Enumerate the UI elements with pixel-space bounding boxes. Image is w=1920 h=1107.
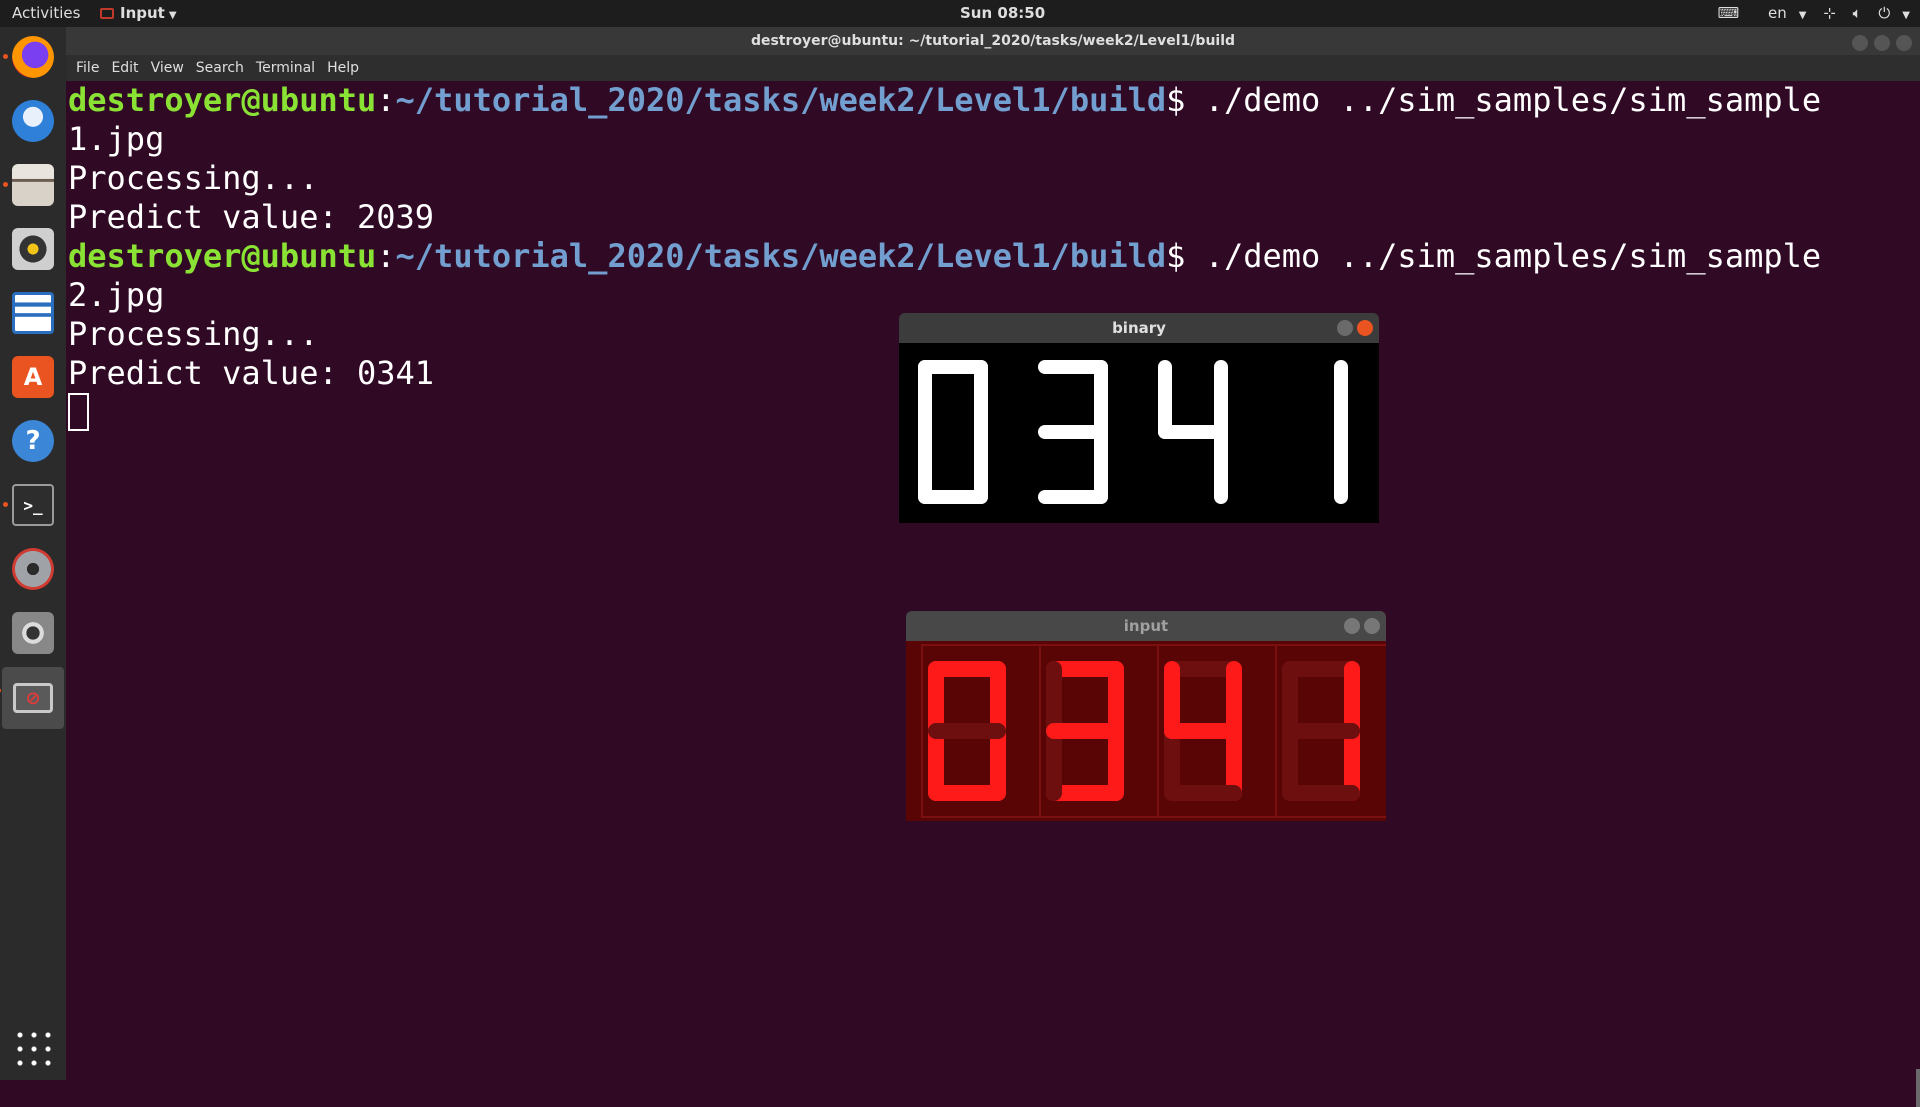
input-title: input	[1123, 617, 1169, 635]
clock[interactable]: Sun 08:50	[960, 0, 1045, 27]
close-icon[interactable]	[1364, 618, 1380, 634]
dock-firefox[interactable]	[3, 33, 57, 81]
output-line: Processing...	[68, 159, 319, 197]
dock-screenshot[interactable]	[9, 609, 57, 657]
minimize-icon[interactable]	[1344, 618, 1360, 634]
dock-opencv-window[interactable]: ⊘	[0, 667, 64, 729]
menu-edit[interactable]: Edit	[109, 55, 140, 81]
show-applications-icon	[13, 1028, 53, 1068]
ubuntu-software-icon: A	[12, 356, 54, 398]
power-icon[interactable]: ⏻ ▼	[1878, 0, 1910, 29]
chevron-down-icon: ▼	[1902, 10, 1910, 21]
menu-terminal[interactable]: Terminal	[254, 55, 317, 81]
prompt-user: destroyer@ubuntu	[68, 237, 377, 275]
chevron-down-icon: ▼	[168, 10, 177, 21]
dock-rhythmbox[interactable]	[9, 225, 57, 273]
prompt-user: destroyer@ubuntu	[68, 81, 377, 119]
terminal-window[interactable]: destroyer@ubuntu: ~/tutorial_2020/tasks/…	[66, 27, 1920, 1107]
binary-window[interactable]: binary	[899, 313, 1379, 523]
window-controls	[1333, 320, 1373, 350]
firefox-icon	[12, 36, 54, 78]
terminal-title: destroyer@ubuntu: ~/tutorial_2020/tasks/…	[750, 33, 1236, 49]
rhythmbox-icon	[12, 228, 54, 270]
maximize-icon[interactable]	[1874, 35, 1890, 51]
dock-files[interactable]	[3, 161, 57, 209]
terminal-menubar: File Edit View Search Terminal Help	[66, 55, 1920, 81]
keyboard-icon[interactable]: ⌨	[1718, 0, 1740, 27]
binary-titlebar[interactable]: binary	[899, 313, 1379, 343]
files-icon	[12, 164, 54, 206]
dock-terminal[interactable]: >_	[3, 481, 57, 529]
output-line: Predict value: 2039	[68, 198, 435, 236]
menu-search[interactable]: Search	[194, 55, 246, 81]
command-wrap: 2.jpg	[68, 276, 165, 314]
dock-writer[interactable]	[9, 289, 57, 337]
prompt-line: destroyer@ubuntu:~/tutorial_2020/tasks/w…	[68, 81, 1822, 119]
text-cursor	[68, 393, 89, 431]
activities-button[interactable]: Activities	[12, 0, 80, 27]
prompt-path: ~/tutorial_2020/tasks/week2/Level1/build	[395, 237, 1167, 275]
system-tray[interactable]: ⌨ en ▼ ⊹ 🔈︎ ⏻ ▼	[1706, 0, 1910, 27]
prompt-line: destroyer@ubuntu:~/tutorial_2020/tasks/w…	[68, 237, 1822, 275]
scrollbar[interactable]	[1916, 1069, 1920, 1107]
terminal-icon: >_	[12, 484, 54, 526]
language-label: en	[1768, 4, 1787, 22]
help-icon: ?	[12, 420, 54, 462]
command-wrap: 1.jpg	[68, 120, 165, 158]
top-bar: Activities Input ▼ Sun 08:50 ⌨ en ▼ ⊹ 🔈︎ ⏻…	[0, 0, 1920, 27]
dock: A ? >_ ⊘	[0, 27, 66, 1080]
dock-settings[interactable]	[9, 545, 57, 593]
terminal-titlebar[interactable]: destroyer@ubuntu: ~/tutorial_2020/tasks/…	[66, 27, 1920, 55]
binary-title: binary	[1112, 319, 1166, 337]
terminal-output[interactable]: destroyer@ubuntu:~/tutorial_2020/tasks/w…	[68, 81, 1920, 1080]
menu-file[interactable]: File	[74, 55, 101, 81]
input-titlebar[interactable]: input	[906, 611, 1386, 641]
network-icon[interactable]: ⊹	[1823, 0, 1836, 27]
dock-software[interactable]: A	[9, 353, 57, 401]
command-text: ./demo ../sim_samples/sim_sample	[1204, 237, 1822, 275]
dock-help[interactable]: ?	[9, 417, 57, 465]
running-indicator	[3, 502, 8, 507]
input-image	[906, 641, 1386, 821]
app-menu[interactable]: Input ▼	[100, 0, 177, 27]
chevron-down-icon: ▼	[1798, 10, 1807, 21]
close-icon[interactable]	[1357, 320, 1373, 336]
menu-view[interactable]: View	[149, 55, 186, 81]
minimize-icon[interactable]	[1337, 320, 1353, 336]
thunderbird-icon	[12, 100, 54, 142]
menu-help[interactable]: Help	[325, 55, 361, 81]
screenshot-icon	[12, 612, 54, 654]
app-menu-label: Input	[120, 4, 165, 22]
opencv-window-icon: ⊘	[13, 683, 53, 713]
minimize-icon[interactable]	[1852, 35, 1868, 51]
app-menu-icon	[100, 8, 114, 19]
libreoffice-writer-icon	[12, 292, 54, 334]
dock-thunderbird[interactable]	[9, 97, 57, 145]
close-icon[interactable]	[1896, 35, 1912, 51]
language-indicator[interactable]: en ▼	[1756, 0, 1806, 29]
volume-icon[interactable]: 🔈︎	[1853, 0, 1862, 27]
window-controls	[1340, 618, 1380, 648]
running-indicator	[3, 54, 8, 59]
dock-show-applications[interactable]	[9, 1024, 57, 1072]
prompt-path: ~/tutorial_2020/tasks/week2/Level1/build	[395, 81, 1167, 119]
settings-icon	[12, 548, 54, 590]
running-indicator	[0, 688, 1, 693]
binary-image	[899, 343, 1379, 523]
command-text: ./demo ../sim_samples/sim_sample	[1204, 81, 1822, 119]
input-window[interactable]: input	[906, 611, 1386, 821]
running-indicator	[3, 182, 8, 187]
